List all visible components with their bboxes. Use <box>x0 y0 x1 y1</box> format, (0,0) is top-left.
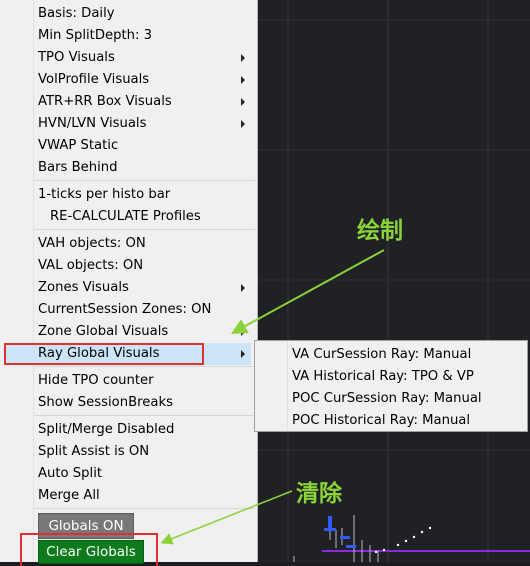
menu-separator <box>34 415 255 416</box>
menu-item-label: 1-ticks per histo bar <box>38 187 171 202</box>
submenu-arrow-icon <box>241 328 245 336</box>
blue-markers <box>324 516 356 548</box>
ray-global-visuals-submenu: VA CurSession Ray: Manual VA Historical … <box>254 340 528 432</box>
draw-annotation: 绘制 <box>357 218 403 244</box>
menu-item-label: Basis: Daily <box>38 6 115 21</box>
submenu-arrow-icon <box>241 350 245 358</box>
menu-item-label: Merge All <box>38 488 100 503</box>
menu-item-merge-all[interactable]: Merge All <box>34 485 251 507</box>
menu-item-show-sessionbreaks[interactable]: Show SessionBreaks <box>34 392 251 414</box>
menu-item-label: Bars Behind <box>38 160 118 175</box>
menu-item-label: VAH objects: ON <box>38 236 146 251</box>
menu-item-recalculate-profiles[interactable]: RE-CALCULATE Profiles <box>34 206 251 228</box>
menu-item-label: VWAP Static <box>38 138 119 153</box>
menu-item-bars-behind[interactable]: Bars Behind <box>34 157 251 179</box>
menu-item-basis[interactable]: Basis: Daily <box>34 3 251 25</box>
candles <box>293 515 379 562</box>
menu-item-atr-rr-box-visuals[interactable]: ATR+RR Box Visuals <box>34 91 251 113</box>
menu-item-label: Auto Split <box>38 466 103 481</box>
submenu-item-va-cursession-ray[interactable]: VA CurSession Ray: Manual <box>292 344 471 366</box>
menu-gutter <box>0 0 34 562</box>
menu-item-auto-split[interactable]: Auto Split <box>34 463 251 485</box>
menu-separator <box>34 180 255 181</box>
menu-item-vah-objects[interactable]: VAH objects: ON <box>34 233 251 255</box>
submenu-arrow-icon <box>241 76 245 84</box>
menu-separator <box>34 229 255 230</box>
menu-item-label: VolProfile Visuals <box>38 72 150 87</box>
menu-item-ticks-per-histo[interactable]: 1-ticks per histo bar <box>34 184 251 206</box>
menu-separator <box>34 366 255 367</box>
menu-item-label: Show SessionBreaks <box>38 395 173 410</box>
menu-item-label: Split/Merge Disabled <box>38 422 175 437</box>
submenu-arrow-icon <box>241 284 245 292</box>
submenu-arrow-icon <box>241 120 245 128</box>
menu-item-val-objects[interactable]: VAL objects: ON <box>34 255 251 277</box>
submenu-arrow-icon <box>241 54 245 62</box>
clear-highlight-box <box>20 533 158 566</box>
menu-separator <box>34 508 255 509</box>
menu-item-zone-global-visuals[interactable]: Zone Global Visuals <box>34 321 251 343</box>
dots <box>374 526 432 554</box>
menu-item-label: Zone Global Visuals <box>38 324 169 339</box>
submenu-arrow-icon <box>241 98 245 106</box>
submenu-item-poc-cursession-ray[interactable]: POC CurSession Ray: Manual <box>292 388 482 410</box>
submenu-gutter <box>255 341 288 431</box>
menu-item-label: TPO Visuals <box>38 50 115 65</box>
menu-item-label: Zones Visuals <box>38 280 129 295</box>
menu-item-volprofile-visuals[interactable]: VolProfile Visuals <box>34 69 251 91</box>
menu-item-label: Split Assist is ON <box>38 444 150 459</box>
menu-item-hide-tpo-counter[interactable]: Hide TPO counter <box>34 370 251 392</box>
menu-item-tpo-visuals[interactable]: TPO Visuals <box>34 47 251 69</box>
context-menu: Basis: Daily Min SplitDepth: 3 TPO Visua… <box>0 0 258 562</box>
menu-item-label: ATR+RR Box Visuals <box>38 94 172 109</box>
menu-item-label: RE-CALCULATE Profiles <box>50 209 201 224</box>
clear-annotation: 清除 <box>296 481 342 507</box>
menu-item-min-splitdepth[interactable]: Min SplitDepth: 3 <box>34 25 251 47</box>
menu-item-hvn-lvn-visuals[interactable]: HVN/LVN Visuals <box>34 113 251 135</box>
menu-item-currentsession-zones[interactable]: CurrentSession Zones: ON <box>34 299 251 321</box>
menu-item-label: Min SplitDepth: 3 <box>38 28 153 43</box>
menu-item-split-assist[interactable]: Split Assist is ON <box>34 441 251 463</box>
menu-item-split-merge[interactable]: Split/Merge Disabled <box>34 419 251 441</box>
highlight-box <box>4 343 204 365</box>
menu-item-label: Hide TPO counter <box>38 373 154 388</box>
submenu-item-poc-historical-ray[interactable]: POC Historical Ray: Manual <box>292 410 470 432</box>
menu-item-label: HVN/LVN Visuals <box>38 116 147 131</box>
menu-item-zones-visuals[interactable]: Zones Visuals <box>34 277 251 299</box>
menu-item-label: CurrentSession Zones: ON <box>38 302 212 317</box>
submenu-item-va-historical-ray[interactable]: VA Historical Ray: TPO & VP <box>292 366 474 388</box>
menu-item-label: VAL objects: ON <box>38 258 144 273</box>
menu-item-vwap-static[interactable]: VWAP Static <box>34 135 251 157</box>
